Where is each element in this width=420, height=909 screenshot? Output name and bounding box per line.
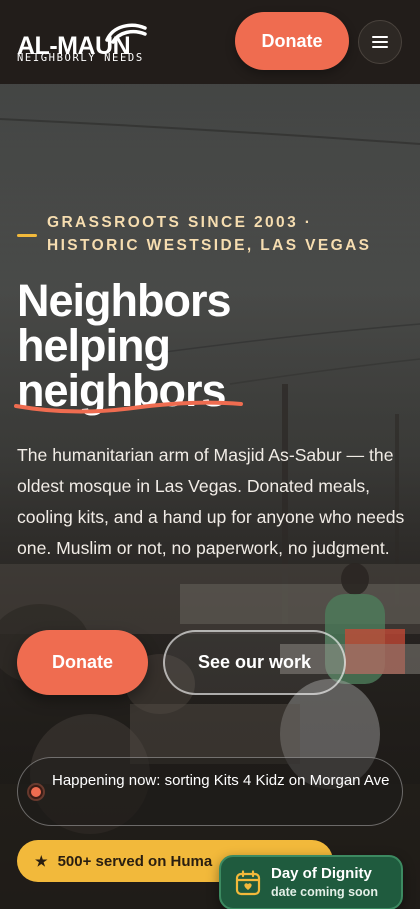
hero-donate-button[interactable]: Donate (17, 630, 148, 695)
hamburger-menu-icon (372, 36, 388, 48)
headline-underline-swoosh (14, 400, 243, 414)
kicker-dash (17, 234, 37, 237)
hero-headline: Neighbors helping neighbors (17, 278, 397, 413)
headline-line-2: helping (17, 320, 171, 371)
calendar-heart-icon (235, 870, 261, 896)
hero-kicker: Grassroots since 2003 · Historic Westsid… (47, 214, 372, 254)
hero-lead-text: The humanitarian arm of Masjid As-Sabur … (17, 445, 405, 558)
logo-tagline: NEIGHBORLY NEEDS (17, 52, 144, 64)
hero-section: Grassroots since 2003 · Historic Westsid… (0, 84, 420, 909)
site-logo[interactable]: AL-MAUN NEIGHBORLY NEEDS (17, 18, 147, 68)
happening-now-text: Happening now: sorting Kits 4 Kidz on Mo… (52, 772, 390, 789)
site-header: AL-MAUN NEIGHBORLY NEEDS Donate (0, 0, 420, 84)
day-of-dignity-subtitle: date coming soon (271, 885, 378, 899)
header-donate-button[interactable]: Donate (235, 12, 349, 70)
see-our-work-button[interactable]: See our work (163, 630, 346, 695)
day-of-dignity-badge[interactable]: Day of Dignity date coming soon (219, 855, 403, 909)
happening-now-banner[interactable]: Happening now: sorting Kits 4 Kidz on Mo… (17, 757, 403, 826)
headline-line-1: Neighbors (17, 275, 232, 326)
menu-button[interactable] (358, 20, 402, 64)
star-icon: ★ (35, 852, 48, 869)
served-count-text: 500+ served on Huma (57, 852, 213, 870)
day-of-dignity-title: Day of Dignity (271, 865, 372, 882)
live-indicator-icon (29, 785, 43, 799)
